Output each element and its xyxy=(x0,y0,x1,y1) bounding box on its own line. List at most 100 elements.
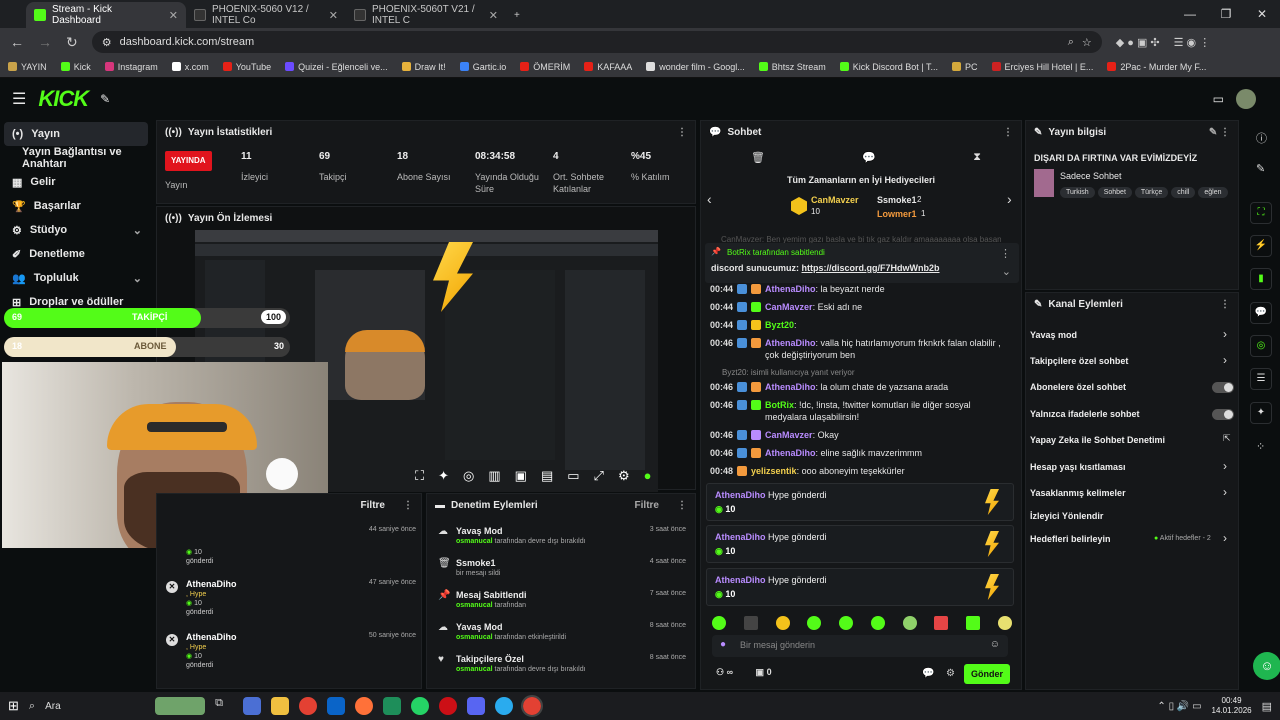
notifications-icon[interactable]: ▤ xyxy=(1262,700,1272,713)
rail-button-chat-icon[interactable]: 💬 xyxy=(1250,302,1272,324)
action-raid[interactable]: İzleyici Yönlendir xyxy=(1030,511,1103,521)
scene-icon[interactable]: ▤ xyxy=(541,468,553,488)
support-chat-icon[interactable]: ☺ xyxy=(1253,652,1280,680)
close-window-icon[interactable]: ✕ xyxy=(1244,0,1280,28)
copilot-icon[interactable] xyxy=(243,697,262,715)
rail-button-doc-icon[interactable]: ▮ xyxy=(1250,268,1272,290)
opera-icon[interactable] xyxy=(439,697,458,715)
site-info-icon[interactable]: ⚙ xyxy=(102,36,112,49)
emote-icon[interactable] xyxy=(997,616,1012,630)
forward-icon[interactable]: → xyxy=(38,34,52,50)
chevron-down-icon[interactable]: ⌄ xyxy=(1002,265,1011,278)
sidebar-item-gelir[interactable]: ▦ Gelir xyxy=(0,170,152,194)
gift-icon[interactable]: ▣ xyxy=(756,667,765,677)
sidebar-item-studyo[interactable]: ⚙ Stüdyo ⌄ xyxy=(0,218,152,242)
bookmark-item[interactable]: Erciyes Hill Hotel | E... xyxy=(991,62,1093,72)
bookmark-item[interactable]: KAFAAA xyxy=(584,62,632,72)
chrome-icon[interactable] xyxy=(299,697,318,715)
search-icon[interactable]: ⌕ xyxy=(29,700,35,713)
close-tab-icon[interactable]: ✕ xyxy=(169,9,178,22)
windows-start-icon[interactable]: ⊞ xyxy=(8,698,19,714)
emote-icon[interactable] xyxy=(807,616,822,630)
more-menu-icon[interactable]: ⋮ xyxy=(677,127,687,138)
settings-icon[interactable]: ⚙ xyxy=(946,668,955,679)
tag[interactable]: chill xyxy=(1171,187,1196,198)
bookmark-item[interactable]: Draw It! xyxy=(401,62,446,72)
emote-icon[interactable] xyxy=(839,616,854,630)
more-menu-icon[interactable]: ⋮ xyxy=(1003,127,1013,138)
emote-icon[interactable] xyxy=(743,616,758,630)
avatar[interactable] xyxy=(1236,89,1256,109)
hourglass-icon[interactable]: ⧗ xyxy=(973,151,981,164)
firefox-icon[interactable] xyxy=(355,697,374,715)
chat-settings-bubble-icon[interactable]: 💬 xyxy=(922,668,934,679)
whatsapp-icon[interactable] xyxy=(411,697,430,715)
telegram-icon[interactable] xyxy=(495,697,514,715)
bookmark-item[interactable]: x.com xyxy=(171,62,209,72)
layout-icon[interactable]: ▣ xyxy=(515,468,527,488)
emote-icon[interactable] xyxy=(712,616,726,630)
close-alert-icon[interactable]: ✕ xyxy=(166,634,178,646)
category-name[interactable]: Sadece Sohbet xyxy=(1060,171,1122,181)
users-icon[interactable]: ⚇ xyxy=(716,667,724,677)
tag[interactable]: Sohbet xyxy=(1097,187,1132,198)
emote-icon[interactable] xyxy=(870,616,885,630)
subs-only-toggle[interactable] xyxy=(1212,382,1234,393)
rotate-icon[interactable]: ◎ xyxy=(463,468,474,488)
fullscreen-icon[interactable]: ⤢ xyxy=(594,468,604,488)
bookmark-item[interactable]: PC xyxy=(951,62,978,72)
minimize-icon[interactable]: — xyxy=(1172,0,1208,28)
taskbar-search[interactable]: Ara xyxy=(45,701,145,712)
file-explorer-icon[interactable] xyxy=(271,697,290,715)
tag[interactable]: Türkçe xyxy=(1134,187,1169,198)
edit-icon[interactable]: ✎ ⋮ xyxy=(1209,127,1230,138)
chevron-right-icon[interactable]: › xyxy=(1223,485,1227,499)
tab-kick-dashboard[interactable]: Stream - Kick Dashboard ✕ xyxy=(26,2,186,28)
pin-icon[interactable]: ✎ xyxy=(100,92,110,106)
close-tab-icon[interactable]: ✕ xyxy=(489,9,498,22)
settings-icon[interactable]: ⚙ xyxy=(618,468,630,488)
action-followers-only[interactable]: Takipçilere özel sohbet xyxy=(1030,356,1128,366)
filter-button[interactable]: Filtre xyxy=(361,500,385,511)
sidebar-item-denetleme[interactable]: ✐ Denetleme xyxy=(0,242,152,266)
sparkle-icon[interactable]: ✦ xyxy=(438,468,449,488)
crop-icon[interactable]: ⛶ xyxy=(415,468,424,488)
external-link-icon[interactable]: ⇱ xyxy=(1223,433,1231,444)
bookmark-item[interactable]: Instagram xyxy=(104,62,158,72)
tag[interactable]: Turkish xyxy=(1060,187,1095,198)
apps-icon[interactable]: ⁘ xyxy=(1256,440,1265,453)
app-icon[interactable] xyxy=(383,697,402,715)
rail-button-broadcast-icon[interactable]: ◎ xyxy=(1250,335,1272,357)
action-set-goals[interactable]: Hedefleri belirleyin xyxy=(1030,534,1111,544)
bookmark-item[interactable]: YouTube xyxy=(222,62,271,72)
bookmark-star-icon[interactable]: ☆ xyxy=(1082,36,1092,49)
close-tab-icon[interactable]: ✕ xyxy=(329,9,338,22)
close-alert-icon[interactable]: ✕ xyxy=(166,581,178,593)
more-menu-icon[interactable]: ⋮ xyxy=(1220,299,1230,310)
action-account-age[interactable]: Hesap yaşı kısıtlaması xyxy=(1030,462,1126,472)
send-button[interactable]: Gönder xyxy=(964,664,1010,684)
pin-toggle-icon[interactable]: ⋮ xyxy=(1000,247,1011,260)
tab-phoenix-5060[interactable]: PHOENIX-5060 V12 / INTEL Co ✕ xyxy=(186,2,346,28)
rail-button-tools-icon[interactable]: ✦ xyxy=(1250,402,1272,424)
tray-icons[interactable]: ⌃ ▯ 🔊 ▭ xyxy=(1157,701,1201,712)
url-field[interactable]: ⚙ dashboard.kick.com/stream ⌕ ☆ xyxy=(91,31,1102,53)
tag[interactable]: eğlen xyxy=(1198,187,1228,198)
hamburger-menu-icon[interactable]: ☰ xyxy=(12,89,26,109)
more-menu-icon[interactable]: ⋮ xyxy=(677,500,687,511)
chevron-right-icon[interactable]: › xyxy=(1223,353,1227,367)
tab-phoenix-5060t[interactable]: PHOENIX-5060T V21 / INTEL C ✕ xyxy=(346,2,506,28)
back-icon[interactable]: ← xyxy=(10,34,24,50)
display-mode-icon[interactable]: ▭ xyxy=(1213,92,1224,106)
chat-input[interactable]: ● Bir mesaj gönderin ☺ xyxy=(712,635,1008,657)
emoji-icon[interactable]: ☺ xyxy=(990,639,1000,650)
sidebar-item-basarilar[interactable]: 🏆 Başarılar xyxy=(0,194,152,218)
emote-icon[interactable] xyxy=(775,616,790,630)
bookmark-item[interactable]: ÖMERİM xyxy=(520,62,570,72)
sidebar-item-yayin[interactable]: (•) Yayın xyxy=(4,122,148,146)
action-slow-mode[interactable]: Yavaş mod xyxy=(1030,330,1077,340)
action-banned-words[interactable]: Yasaklanmış kelimeler xyxy=(1030,488,1126,498)
kick-logo[interactable]: KICK xyxy=(38,86,89,112)
chevron-right-icon[interactable]: › xyxy=(1223,327,1227,341)
chevron-left-icon[interactable]: ‹ xyxy=(707,191,712,207)
